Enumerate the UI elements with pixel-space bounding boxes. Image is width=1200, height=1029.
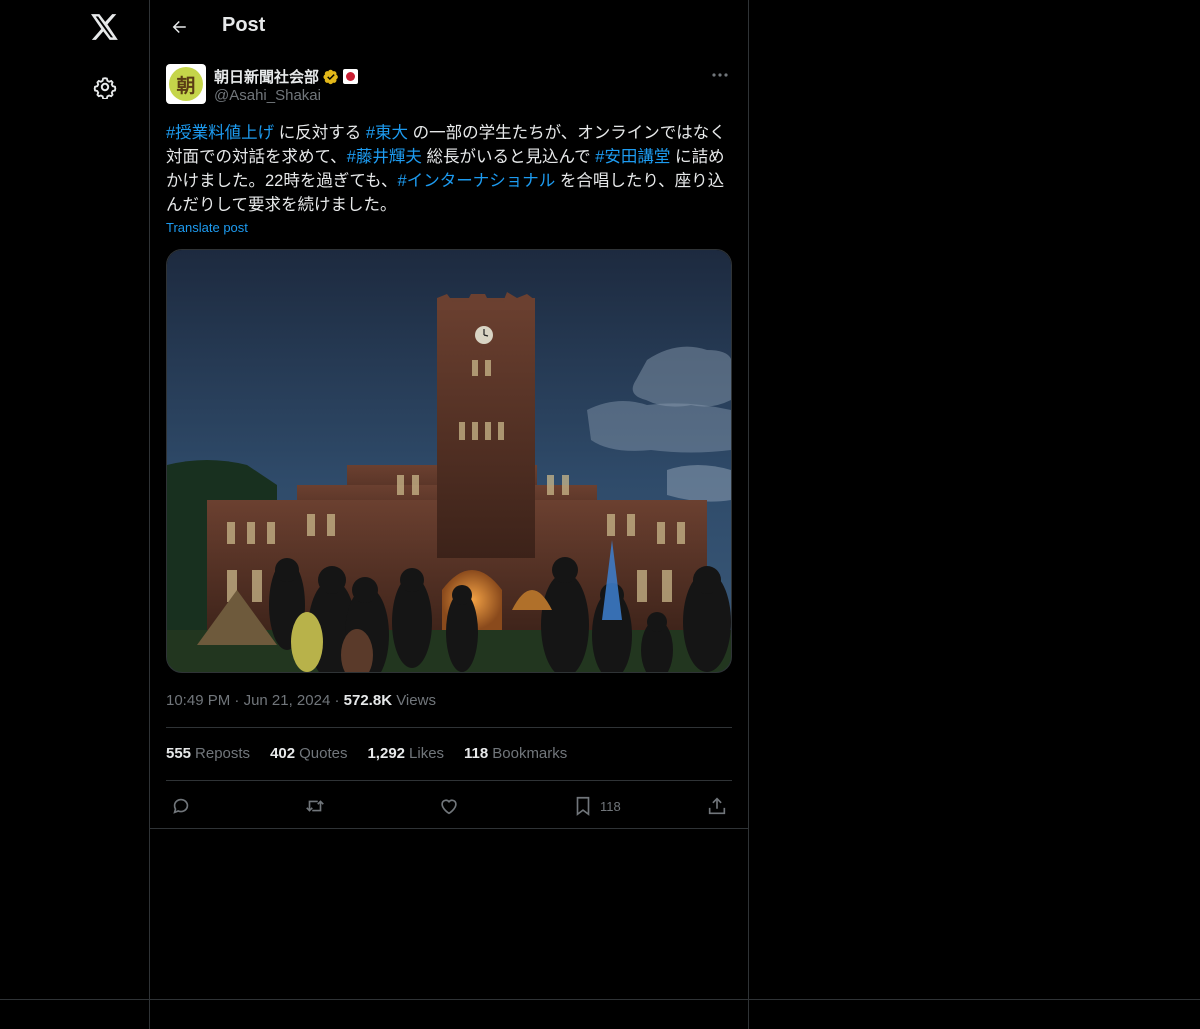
- author-handle[interactable]: @Asahi_Shakai: [214, 87, 321, 104]
- more-horizontal-icon: [712, 73, 728, 77]
- likes-stat[interactable]: 1,292 Likes: [367, 745, 444, 762]
- post-date[interactable]: Jun 21, 2024: [244, 692, 331, 709]
- engagement-stats: 555 Reposts 402 Quotes 1,292 Likes 118 Bookm…: [166, 745, 567, 762]
- hashtag-link[interactable]: #安田講堂: [595, 148, 670, 166]
- reposts-label: Reposts: [195, 745, 251, 762]
- meta-separator: ·: [334, 692, 344, 709]
- heart-icon: [441, 799, 457, 815]
- quotes-label: Quotes: [299, 745, 348, 762]
- post-header: Post: [150, 0, 748, 53]
- verified-badge-icon: [323, 69, 338, 84]
- bookmarks-count: 118: [464, 745, 489, 762]
- divider: [0, 999, 1200, 1000]
- affiliation-badge-icon[interactable]: [343, 69, 359, 84]
- bookmark-button[interactable]: 118: [572, 794, 621, 818]
- bookmark-action-count: 118: [600, 798, 621, 814]
- post-text: #授業料値上げ に反対する #東大 の一部の学生たちが、オンラインではなく対面で…: [166, 121, 732, 217]
- views-count: 572.8K: [343, 692, 393, 709]
- bookmark-icon: [576, 796, 590, 816]
- hashtag-link[interactable]: #インターナショナル: [398, 172, 556, 190]
- quotes-stat[interactable]: 402 Quotes: [270, 745, 347, 762]
- hashtag-link[interactable]: #藤井輝夫: [347, 148, 422, 166]
- back-button[interactable]: [162, 10, 196, 44]
- author-display-name[interactable]: 朝日新聞社会部: [214, 66, 319, 87]
- likes-count: 1,292: [367, 745, 406, 762]
- reply-button[interactable]: [170, 794, 192, 818]
- post-time[interactable]: 10:49 PM: [166, 692, 230, 709]
- hashtag-link[interactable]: #東大: [366, 124, 408, 142]
- divider: [166, 780, 732, 781]
- reposts-count: 555: [166, 745, 192, 762]
- x-logo-icon[interactable]: [86, 8, 124, 46]
- bookmarks-label: Bookmarks: [492, 745, 568, 762]
- page-title: Post: [222, 14, 266, 36]
- avatar-glyph: 朝: [169, 67, 203, 101]
- author-name-row: 朝日新聞社会部: [214, 66, 359, 87]
- main-column: Post 朝 朝日新聞社会部 @Asahi_Shakai #授業料値上げ に反対…: [150, 0, 749, 1029]
- share-button[interactable]: [706, 794, 728, 818]
- more-options-button[interactable]: [708, 64, 732, 86]
- post-meta: 10:49 PM · Jun 21, 2024 · 572.8K Views: [166, 692, 436, 709]
- divider: [150, 828, 748, 829]
- post-actions: 118: [166, 792, 732, 822]
- like-button[interactable]: [438, 794, 460, 818]
- left-nav-rail: [0, 0, 150, 1029]
- quotes-count: 402: [270, 745, 296, 762]
- hashtag-link[interactable]: #授業料値上げ: [166, 124, 274, 142]
- post-text-segment: に反対する: [274, 124, 366, 142]
- arrow-left-icon: [172, 21, 186, 33]
- repost-icon: [306, 800, 324, 812]
- post-photo[interactable]: [166, 249, 732, 673]
- meta-separator: ·: [234, 692, 244, 709]
- share-icon: [708, 797, 726, 815]
- translate-post-link[interactable]: Translate post: [166, 220, 248, 235]
- reposts-stat[interactable]: 555 Reposts: [166, 745, 250, 762]
- post-text-segment: 総長がいると見込んで: [421, 148, 596, 166]
- reply-icon: [173, 798, 189, 814]
- likes-label: Likes: [409, 745, 445, 762]
- yasuda-auditorium-photo: [167, 250, 731, 672]
- views-label: Views: [396, 692, 436, 709]
- bookmarks-stat[interactable]: 118 Bookmarks: [464, 745, 567, 762]
- repost-button[interactable]: [303, 794, 327, 818]
- avatar[interactable]: 朝: [166, 64, 206, 104]
- divider: [166, 727, 732, 728]
- gear-icon[interactable]: [86, 68, 124, 106]
